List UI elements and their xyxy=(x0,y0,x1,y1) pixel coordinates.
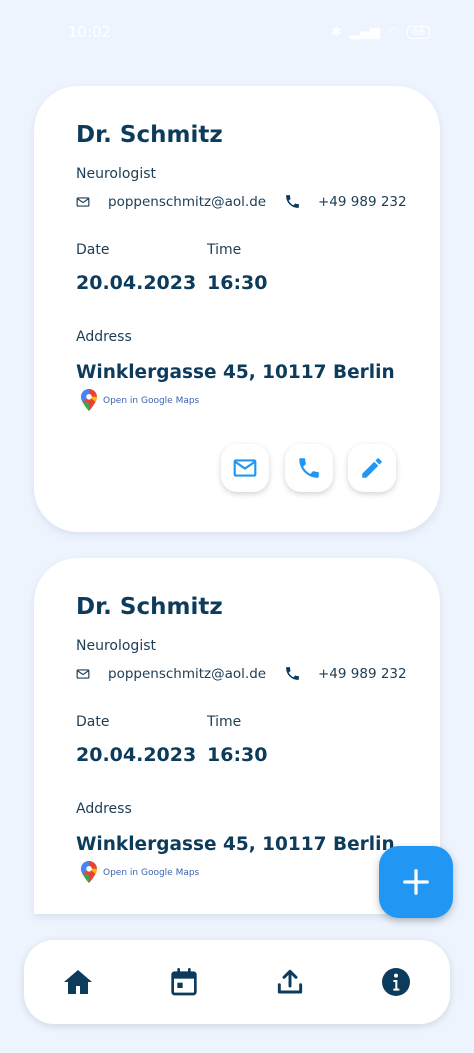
appointment-time: 16:30 xyxy=(207,744,268,766)
nav-upload[interactable] xyxy=(272,964,308,1000)
date-label: Date xyxy=(76,242,110,258)
appointment-date: 20.04.2023 xyxy=(76,744,197,766)
bluetooth-icon: ✱ xyxy=(331,24,342,40)
time-label: Time xyxy=(207,714,242,730)
contact-row: poppenschmitz@aol.de +49 989 232 xyxy=(76,193,416,213)
appointment-card: Dr. Schmitz Neurologist poppenschmitz@ao… xyxy=(34,86,440,532)
status-bar: 10:02 ✱ ▂▄▆ ◠ 66 xyxy=(0,0,474,64)
time-label: Time xyxy=(207,242,242,258)
doctor-email[interactable]: poppenschmitz@aol.de xyxy=(108,666,266,682)
edit-button[interactable] xyxy=(348,444,396,492)
google-maps-pin-icon xyxy=(81,861,97,883)
phone-icon xyxy=(299,458,319,478)
date-label: Date xyxy=(76,714,110,730)
google-maps-label[interactable]: Open in Google Maps xyxy=(103,396,199,406)
appointment-address: Winklergasse 45, 10117 Berlin xyxy=(76,362,395,383)
doctor-name: Dr. Schmitz xyxy=(76,122,223,148)
status-icons: ✱ ▂▄▆ ◠ 66 xyxy=(331,25,430,40)
doctor-phone[interactable]: +49 989 232 xyxy=(318,666,407,682)
email-button[interactable] xyxy=(221,444,269,492)
phone-icon xyxy=(286,195,299,208)
battery-icon: 66 xyxy=(407,25,430,39)
edit-icon xyxy=(362,458,382,478)
appointment-date: 20.04.2023 xyxy=(76,272,197,294)
bottom-navigation xyxy=(24,940,450,1024)
appointment-time: 16:30 xyxy=(207,272,268,294)
google-maps-pin-icon xyxy=(81,389,97,411)
doctor-specialty: Neurologist xyxy=(76,638,156,654)
home-icon xyxy=(64,970,92,994)
appointment-address: Winklergasse 45, 10117 Berlin xyxy=(76,834,395,855)
nav-info[interactable] xyxy=(378,964,414,1000)
phone-icon xyxy=(286,667,299,680)
doctor-specialty: Neurologist xyxy=(76,166,156,182)
add-icon xyxy=(403,869,429,895)
doctor-email[interactable]: poppenschmitz@aol.de xyxy=(108,194,266,210)
address-label: Address xyxy=(76,801,132,817)
mail-icon xyxy=(233,459,257,477)
doctor-name: Dr. Schmitz xyxy=(76,594,223,620)
info-icon xyxy=(382,968,410,996)
add-appointment-button[interactable] xyxy=(379,846,453,918)
calendar-icon xyxy=(171,968,197,996)
address-label: Address xyxy=(76,329,132,345)
wifi-icon: ◠ xyxy=(387,24,400,40)
contact-row: poppenschmitz@aol.de +49 989 232 xyxy=(76,665,416,685)
status-time: 10:02 xyxy=(68,23,112,41)
doctor-phone[interactable]: +49 989 232 xyxy=(318,194,407,210)
nav-calendar[interactable] xyxy=(166,964,202,1000)
upload-icon xyxy=(277,969,303,994)
mail-icon xyxy=(76,197,90,207)
nav-home[interactable] xyxy=(60,964,96,1000)
google-maps-label[interactable]: Open in Google Maps xyxy=(103,868,199,878)
call-button[interactable] xyxy=(285,444,333,492)
mail-icon xyxy=(76,669,90,679)
signal-icon: ▂▄▆ xyxy=(349,24,380,40)
